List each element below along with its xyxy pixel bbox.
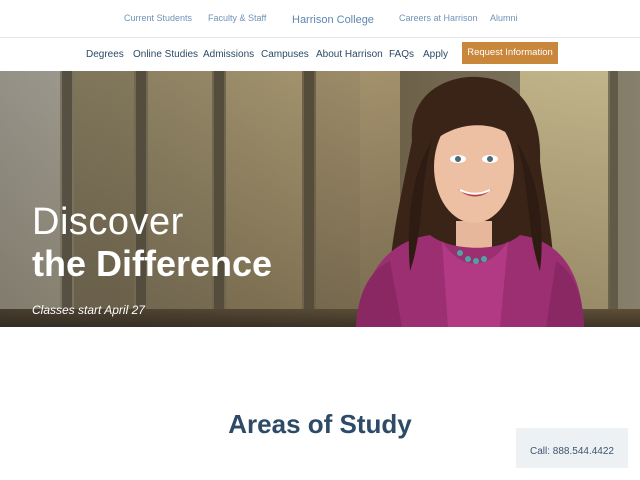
nav-item-degrees[interactable]: Degrees: [86, 49, 124, 60]
hero-photo-student: [356, 76, 584, 327]
hero-banner: Discover the Difference Classes start Ap…: [0, 71, 640, 327]
hero-subtitle: Classes start April 27: [32, 303, 145, 317]
nav-item-faqs[interactable]: FAQs: [389, 49, 414, 60]
hero-text-shade: [0, 71, 360, 327]
utility-bar: Current Students Faculty & Staff Harriso…: [0, 0, 640, 38]
nav-item-campuses[interactable]: Campuses: [261, 49, 309, 60]
topbar-link-faculty-staff[interactable]: Faculty & Staff: [208, 13, 266, 23]
nav-item-admissions[interactable]: Admissions: [203, 49, 254, 60]
request-information-button[interactable]: Request Information: [462, 42, 558, 64]
hero-title-line2: the Difference: [32, 243, 273, 284]
topbar-link-alumni[interactable]: Alumni: [490, 13, 518, 23]
site-logo-link[interactable]: Harrison College: [292, 14, 374, 26]
topbar-link-current-students[interactable]: Current Students: [124, 13, 192, 23]
hero-title-line1: Discover: [32, 201, 184, 243]
nav-item-apply[interactable]: Apply: [423, 49, 448, 60]
nav-item-about[interactable]: About Harrison: [316, 49, 383, 60]
topbar-link-careers[interactable]: Careers at Harrison: [399, 13, 478, 23]
call-widget[interactable]: Call: 888.544.4422: [516, 428, 628, 468]
hero-bg-mullion: [608, 71, 618, 327]
nav-item-online-studies[interactable]: Online Studies: [133, 49, 198, 60]
